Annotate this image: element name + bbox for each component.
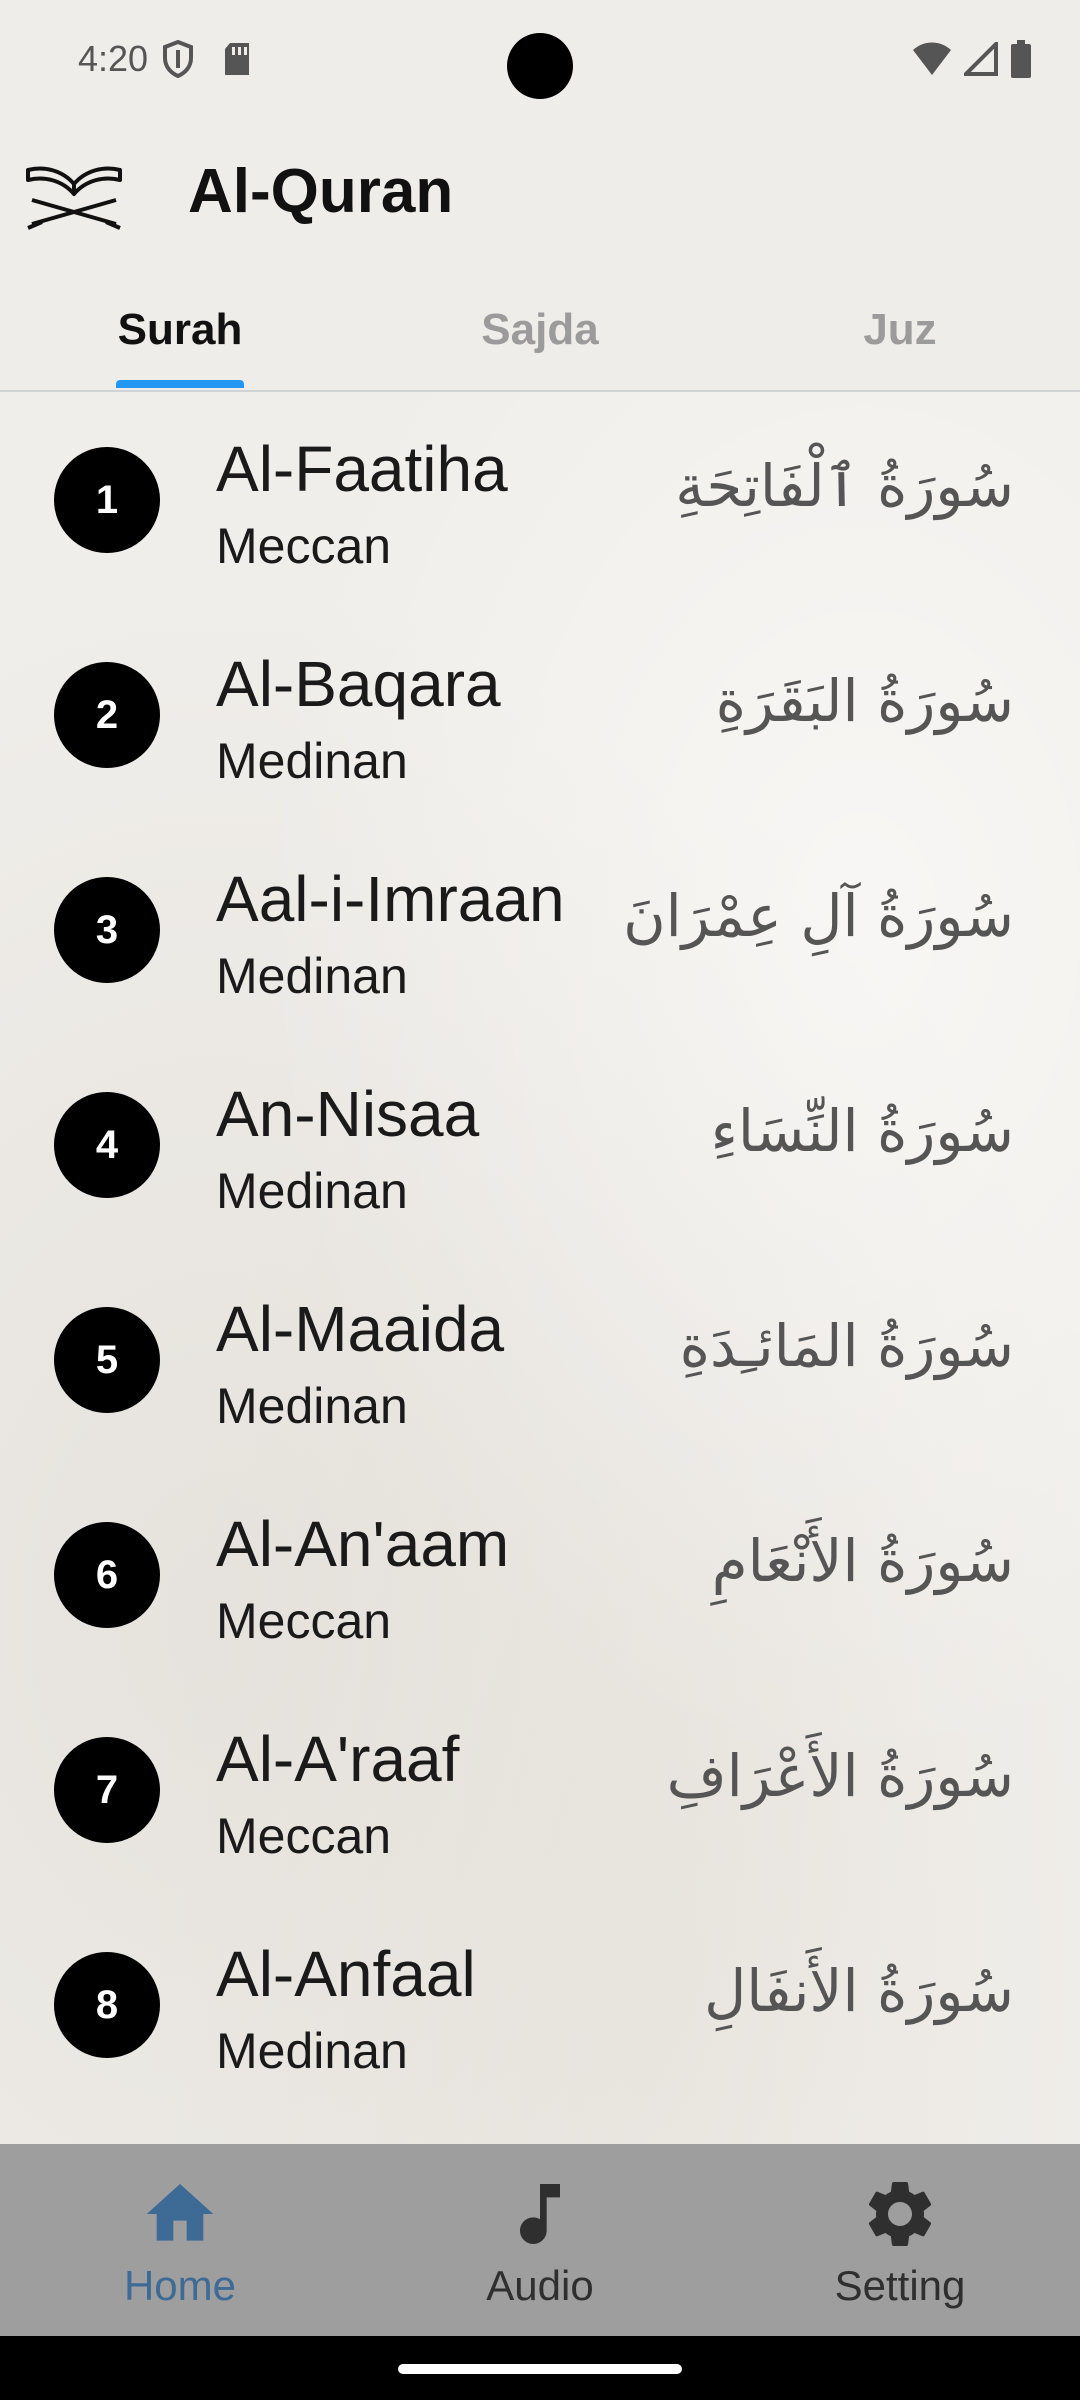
app-title: Al-Quran bbox=[188, 157, 454, 226]
sd-card-icon bbox=[222, 42, 252, 81]
surah-row-2[interactable]: 2 Al-Baqara Medinan سُورَةُ البَقَرَةِ bbox=[0, 607, 1080, 822]
camera-cutout bbox=[507, 33, 573, 99]
tab-surah[interactable]: Surah bbox=[0, 270, 360, 390]
app-bar: Al-Quran bbox=[0, 120, 1080, 270]
music-note-icon bbox=[500, 2174, 580, 2254]
surah-number-badge: 4 bbox=[54, 1092, 160, 1198]
surah-arabic-name: سُورَةُ الأَنْعَامِ bbox=[711, 1527, 1014, 1595]
surah-row-3[interactable]: 3 Aal-i-Imraan Medinan سُورَةُ آلِ عِمْر… bbox=[0, 822, 1080, 1037]
surah-arabic-name: سُورَةُ آلِ عِمْرَانَ bbox=[623, 882, 1014, 950]
surah-arabic-name: سُورَةُ ٱلْفَاتِحَةِ bbox=[675, 452, 1014, 520]
surah-name: Al-Anfaal bbox=[216, 1938, 476, 2010]
surah-arabic-name: سُورَةُ البَقَرَةِ bbox=[715, 667, 1014, 735]
surah-row-5[interactable]: 5 Al-Maaida Medinan سُورَةُ المَائـِدَةِ bbox=[0, 1252, 1080, 1467]
status-bar: 4:20 bbox=[0, 0, 1080, 120]
gesture-area bbox=[0, 2336, 1080, 2400]
surah-number-badge: 6 bbox=[54, 1522, 160, 1628]
nav-label: Setting bbox=[834, 2262, 966, 2309]
surah-row-4[interactable]: 4 An-Nisaa Medinan سُورَةُ النِّسَاءِ bbox=[0, 1037, 1080, 1252]
surah-name: Aal-i-Imraan bbox=[216, 863, 565, 935]
surah-row-7[interactable]: 7 Al-A'raaf Meccan سُورَةُ الأَعْرَافِ bbox=[0, 1682, 1080, 1897]
home-gesture-bar[interactable] bbox=[398, 2364, 682, 2374]
surah-name: Al-Baqara bbox=[216, 648, 501, 720]
surah-number-badge: 7 bbox=[54, 1737, 160, 1843]
gear-icon bbox=[860, 2174, 940, 2254]
surah-number-badge: 3 bbox=[54, 877, 160, 983]
quran-book-icon bbox=[22, 150, 126, 234]
status-time: 4:20 bbox=[78, 38, 149, 79]
surah-revelation-type: Meccan bbox=[216, 518, 392, 574]
surah-number-badge: 5 bbox=[54, 1307, 160, 1413]
wifi-icon bbox=[912, 42, 952, 81]
nav-label: Audio bbox=[486, 2262, 594, 2309]
surah-row-8[interactable]: 8 Al-Anfaal Medinan سُورَةُ الأَنفَالِ bbox=[0, 1897, 1080, 2112]
surah-arabic-name: سُورَةُ الأَعْرَافِ bbox=[666, 1742, 1014, 1810]
surah-revelation-type: Meccan bbox=[216, 1808, 392, 1864]
nav-audio[interactable]: Audio bbox=[360, 2144, 720, 2336]
surah-revelation-type: Medinan bbox=[216, 2023, 408, 2079]
surah-row-1[interactable]: 1 Al-Faatiha Meccan سُورَةُ ٱلْفَاتِحَةِ bbox=[0, 392, 1080, 607]
nav-home[interactable]: Home bbox=[0, 2144, 360, 2336]
nav-setting[interactable]: Setting bbox=[720, 2144, 1080, 2336]
cell-signal-icon bbox=[961, 39, 998, 81]
tab-indicator bbox=[116, 380, 244, 388]
surah-list[interactable]: 1 Al-Faatiha Meccan سُورَةُ ٱلْفَاتِحَةِ… bbox=[0, 392, 1080, 2144]
battery-icon bbox=[1010, 40, 1032, 83]
tab-juz[interactable]: Juz bbox=[720, 270, 1080, 390]
tab-bar: Surah Sajda Juz bbox=[0, 270, 1080, 392]
surah-name: Al-Faatiha bbox=[216, 433, 508, 505]
surah-revelation-type: Medinan bbox=[216, 1163, 408, 1219]
surah-name: Al-An'aam bbox=[216, 1508, 510, 1580]
surah-row-6[interactable]: 6 Al-An'aam Meccan سُورَةُ الأَنْعَامِ bbox=[0, 1467, 1080, 1682]
surah-name: An-Nisaa bbox=[216, 1078, 480, 1150]
surah-arabic-name: سُورَةُ الأَنفَالِ bbox=[704, 1957, 1014, 2025]
shield-icon bbox=[162, 39, 194, 83]
surah-name: Al-A'raaf bbox=[216, 1723, 460, 1795]
bottom-nav: Home Audio Setting bbox=[0, 2144, 1080, 2336]
surah-revelation-type: Medinan bbox=[216, 733, 408, 789]
surah-arabic-name: سُورَةُ المَائـِدَةِ bbox=[679, 1312, 1014, 1380]
surah-revelation-type: Medinan bbox=[216, 1378, 408, 1434]
surah-name: Al-Maaida bbox=[216, 1293, 505, 1365]
surah-number-badge: 8 bbox=[54, 1952, 160, 2058]
surah-number-badge: 2 bbox=[54, 662, 160, 768]
surah-number-badge: 1 bbox=[54, 447, 160, 553]
tab-sajda[interactable]: Sajda bbox=[360, 270, 720, 390]
surah-arabic-name: سُورَةُ النِّسَاءِ bbox=[710, 1097, 1014, 1165]
surah-revelation-type: Medinan bbox=[216, 948, 408, 1004]
home-icon bbox=[140, 2174, 220, 2254]
nav-label: Home bbox=[123, 2262, 237, 2309]
surah-revelation-type: Meccan bbox=[216, 1593, 392, 1649]
